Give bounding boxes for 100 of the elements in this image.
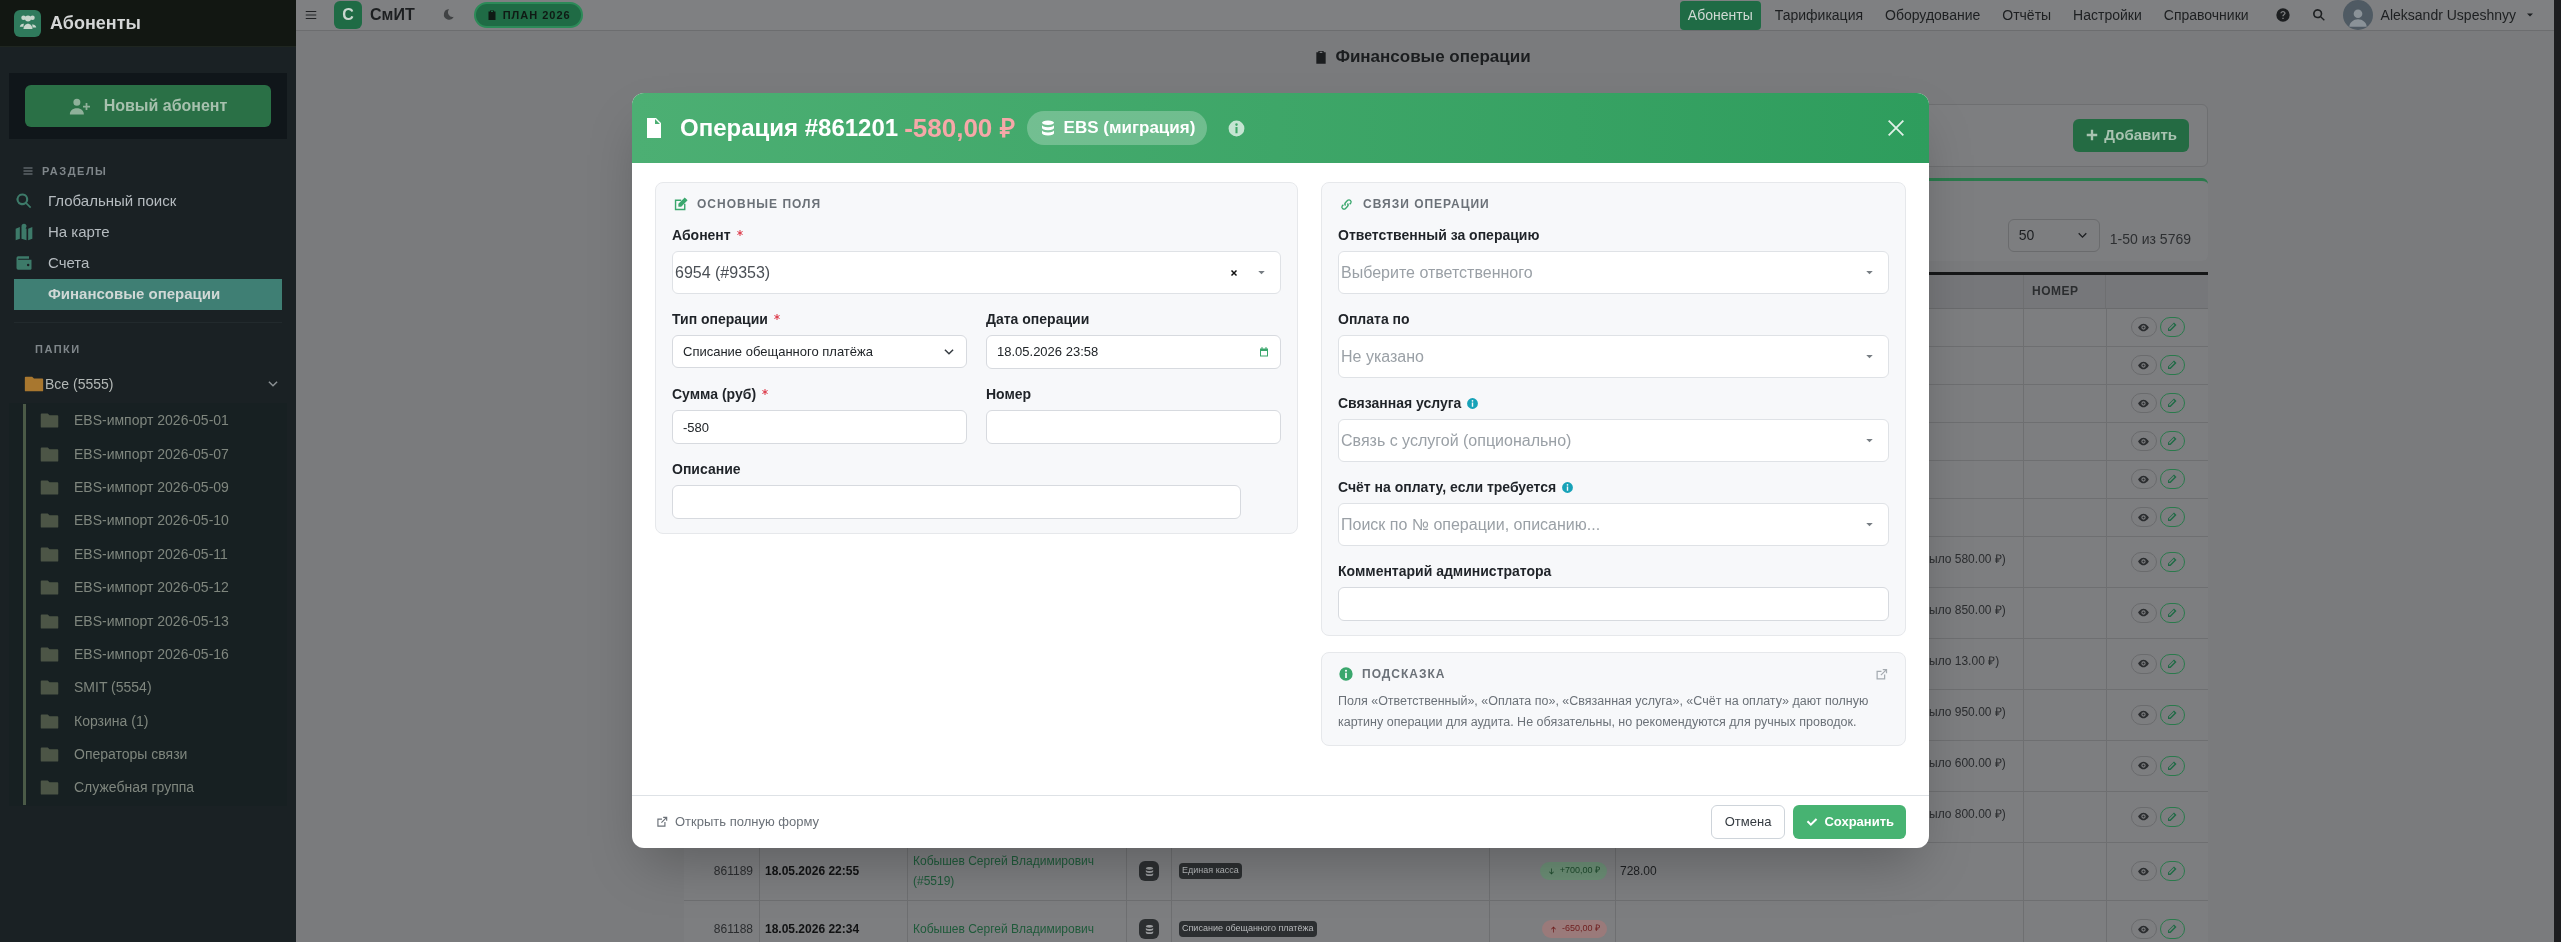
open-full-form-link[interactable]: Открыть полную форму [655, 812, 819, 832]
note-text: ыло 580.00 ₽) [1929, 551, 2006, 566]
pencil-icon [2166, 606, 2178, 619]
column-header: НОМЕР [2024, 274, 2106, 308]
user-avatar[interactable] [2342, 0, 2373, 30]
dialog-title: Операция #861201 [680, 113, 899, 143]
info-icon [1338, 666, 1354, 682]
folder-item[interactable]: Корзина (1) [23, 704, 287, 738]
user-name[interactable]: Aleksandr Uspeshnyy [2380, 4, 2516, 26]
input-field[interactable] [672, 485, 1241, 519]
note-text: ыло 850.00 ₽) [1929, 602, 2006, 617]
pencil-icon [2166, 359, 2178, 371]
eye-icon [2137, 657, 2150, 670]
app-logo: С [334, 1, 362, 29]
field-label: Связанная услуга [1338, 394, 1462, 413]
nav-link[interactable]: Абоненты [1679, 0, 1761, 30]
input-field[interactable]: -580 [672, 410, 967, 444]
select-field[interactable]: Списание обещанного платёжа [672, 335, 967, 368]
select-field[interactable]: Выберите ответственного [1338, 251, 1889, 294]
note-text: ыло 800.00 ₽) [1929, 806, 2006, 821]
input-field[interactable] [986, 410, 1281, 444]
pencil-icon [2166, 923, 2178, 935]
field-label: Сумма (руб) [672, 385, 757, 404]
nav-item[interactable]: Счета [14, 247, 282, 279]
external-link-icon [1874, 666, 1889, 682]
save-button[interactable]: Сохранить [1793, 805, 1906, 839]
new-subscriber-button[interactable]: Новый абонент [25, 85, 271, 127]
plus-icon [2085, 128, 2100, 142]
help-icon [2274, 7, 2291, 23]
field-label: Тип операции [672, 310, 768, 329]
folder-item[interactable]: EBS-импорт 2026-05-16 [23, 637, 287, 672]
operation-tag: Списание обещанного платёжа [1179, 921, 1317, 937]
external-link-icon [655, 815, 669, 829]
nav-link[interactable]: Оборудование [1877, 0, 1989, 30]
plan-badge[interactable]: ПЛАН 2026 [473, 2, 583, 28]
eye-icon [2137, 759, 2150, 772]
folder-item[interactable]: EBS-импорт 2026-05-01 [23, 404, 287, 438]
folder-item[interactable]: EBS-импорт 2026-05-13 [23, 604, 287, 638]
menu-button[interactable] [304, 8, 318, 22]
close-button[interactable] [1885, 117, 1907, 139]
pencil-icon [2166, 810, 2178, 823]
folder-item[interactable]: Операторы связи [23, 737, 287, 772]
operation-amount: -580,00 ₽ [904, 111, 1015, 145]
nav-item[interactable]: На карте [14, 216, 282, 248]
nav-link[interactable]: Настройки [2065, 0, 2150, 30]
section-heading: ПАПКИ [35, 341, 82, 357]
section-heading: СВЯЗИ ОПЕРАЦИИ [1363, 196, 1490, 213]
close-icon [1885, 117, 1907, 139]
add-button[interactable]: Добавить [2073, 118, 2189, 152]
folder-item[interactable]: EBS-импорт 2026-05-07 [23, 437, 287, 471]
folder-item[interactable]: EBS-импорт 2026-05-10 [23, 504, 287, 538]
select-field[interactable]: Поиск по № операции, описанию... [1338, 503, 1889, 546]
field-label: Абонент [672, 226, 731, 245]
select-field[interactable]: Связь с услугой (опционально) [1338, 419, 1889, 462]
folder-item[interactable]: SMIT (5554) [23, 671, 287, 705]
cancel-button[interactable]: Отмена [1710, 805, 1786, 839]
select-field[interactable]: Не указано [1338, 335, 1889, 378]
amount-badge: +700,00 ₽ [1539, 862, 1607, 880]
section-heading: РАЗДЕЛЫ [42, 164, 108, 179]
folder-item[interactable]: EBS-импорт 2026-05-11 [23, 537, 287, 571]
pencil-icon [2166, 865, 2178, 877]
search-icon [2310, 7, 2327, 23]
page-size-select[interactable]: 50 [2007, 218, 2100, 252]
pencil-icon [2166, 473, 2178, 485]
pencil-icon [2166, 555, 2178, 568]
pencil-icon [2166, 759, 2178, 772]
select-field[interactable]: 6954 (#9353) [672, 251, 1281, 294]
table-cell-text: 861189 [713, 863, 753, 880]
search-icon [14, 191, 34, 211]
date-field[interactable]: 18.05.2026 23:58 [986, 335, 1281, 369]
folder-item[interactable]: Все (5555) [14, 371, 282, 397]
users-icon [18, 14, 37, 32]
field-label: Описание [672, 460, 741, 479]
field-label: Счёт на оплату, если требуется [1338, 478, 1557, 497]
page-title: Финансовые операции [1335, 46, 1531, 68]
nav-link[interactable]: Справочники [2155, 0, 2257, 30]
nav-link[interactable]: Тарификация [1766, 0, 1872, 30]
folder-item[interactable]: Служебная группа [23, 771, 287, 805]
nav-item[interactable]: Финансовые операции [14, 278, 282, 310]
field-label: Дата операции [986, 310, 1090, 329]
pencil-icon [2166, 708, 2178, 721]
table-cell-text: 861188 [713, 921, 753, 938]
source-badge: EBS (миграция) [1026, 111, 1208, 145]
pencil-icon [2166, 657, 2178, 670]
input-field[interactable] [1338, 587, 1889, 621]
eye-icon [2137, 555, 2150, 568]
wallet-icon [14, 253, 34, 273]
eye-icon [2137, 810, 2150, 823]
pencil-icon [2166, 397, 2178, 409]
field-label: Оплата по [1338, 310, 1410, 329]
nav-item[interactable]: Глобальный поиск [14, 185, 282, 217]
field-label: Номер [986, 385, 1032, 404]
field-label: Ответственный за операцию [1338, 226, 1540, 245]
nav-link[interactable]: Отчёты [1994, 0, 2060, 30]
folder-item[interactable]: EBS-импорт 2026-05-12 [23, 570, 287, 605]
amount-badge: -650,00 ₽ [1541, 920, 1607, 938]
section-heading: ОСНОВНЫЕ ПОЛЯ [697, 196, 822, 213]
field-label: Комментарий администратора [1338, 562, 1552, 581]
folder-item[interactable]: EBS-импорт 2026-05-09 [23, 470, 287, 505]
pencil-icon [2166, 435, 2178, 447]
